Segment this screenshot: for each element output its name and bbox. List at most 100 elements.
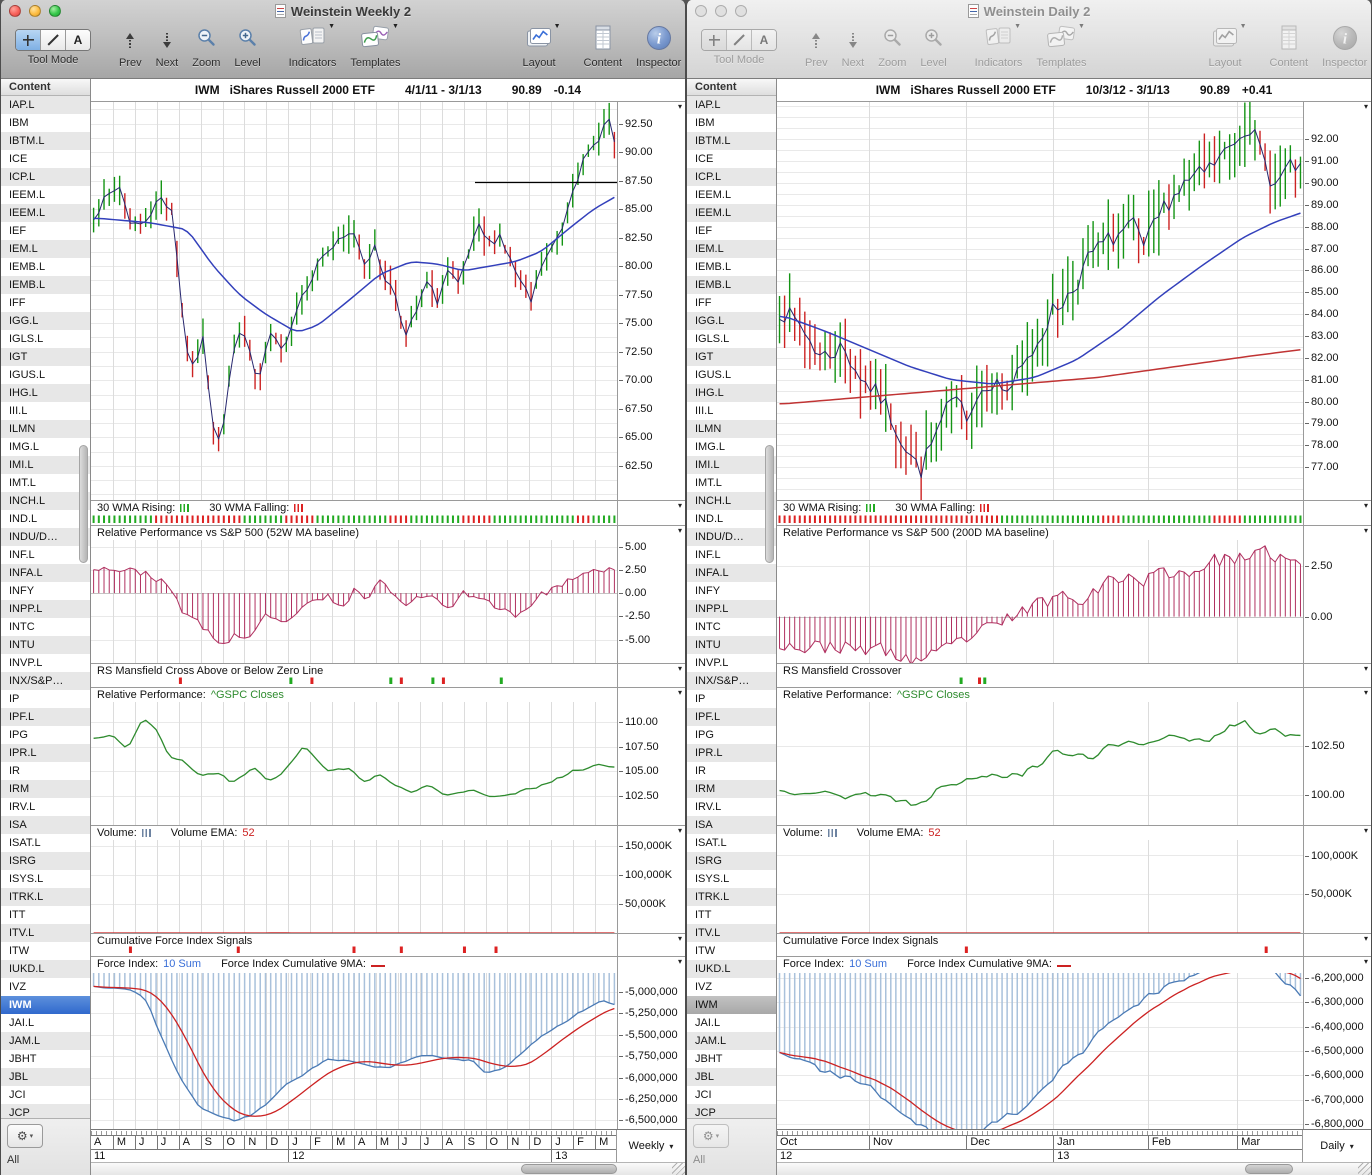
list-item-ipf-l[interactable]: IPF.L (1, 708, 90, 726)
inspector-button[interactable]: i Inspector (1322, 26, 1367, 69)
list-item-itrk-l[interactable]: ITRK.L (1, 888, 90, 906)
list-item-ivz[interactable]: IVZ (1, 978, 90, 996)
list-item-icp-l[interactable]: ICP.L (1, 168, 90, 186)
list-item-itw[interactable]: ITW (687, 942, 776, 960)
list-item-icp-l[interactable]: ICP.L (687, 168, 776, 186)
list-item-iemb-l[interactable]: IEMB.L (687, 258, 776, 276)
list-item-ief[interactable]: IEF (1, 222, 90, 240)
list-item-isa[interactable]: ISA (1, 816, 90, 834)
gspc-relative-chart[interactable] (91, 702, 617, 825)
list-item-isrg[interactable]: ISRG (1, 852, 90, 870)
list-item-intu[interactable]: INTU (1, 636, 90, 654)
content-button[interactable]: Content (584, 26, 623, 69)
relative-performance-chart[interactable] (91, 540, 617, 663)
list-item-isys-l[interactable]: ISYS.L (687, 870, 776, 888)
next-button[interactable]: Next (842, 26, 865, 69)
list-item-ir[interactable]: IR (687, 762, 776, 780)
list-item-inf-l[interactable]: INF.L (687, 546, 776, 564)
horizontal-scrollbar[interactable] (777, 1162, 1371, 1175)
minimize-button[interactable] (29, 5, 41, 17)
list-item-ivz[interactable]: IVZ (687, 978, 776, 996)
templates-button[interactable]: ▼ Templates (350, 26, 400, 69)
force-index-chart[interactable] (777, 973, 1303, 1129)
list-item-infy[interactable]: INFY (687, 582, 776, 600)
list-item-inx-s-p-[interactable]: INX/S&P… (687, 672, 776, 690)
list-item-igt[interactable]: IGT (1, 348, 90, 366)
list-item-infy[interactable]: INFY (1, 582, 90, 600)
list-item-iemb-l[interactable]: IEMB.L (1, 276, 90, 294)
list-item-inpp-l[interactable]: INPP.L (1, 600, 90, 618)
panel-menu-caret[interactable]: ▾ (678, 664, 682, 674)
list-item-infa-l[interactable]: INFA.L (1, 564, 90, 582)
panel-menu-caret[interactable]: ▾ (1364, 826, 1368, 836)
list-item-ilmn[interactable]: ILMN (1, 420, 90, 438)
text-tool-button[interactable]: A (66, 30, 90, 50)
list-item-iem-l[interactable]: IEM.L (1, 240, 90, 258)
panel-menu-caret[interactable]: ▾ (1364, 526, 1368, 536)
list-item-ice[interactable]: ICE (687, 150, 776, 168)
prev-button[interactable]: Prev (805, 26, 828, 69)
panel-menu-caret[interactable]: ▾ (678, 957, 682, 967)
horizontal-scrollbar-thumb[interactable] (521, 1164, 617, 1174)
zoom-in-button[interactable]: Level (920, 26, 946, 69)
list-item-jbl[interactable]: JBL (1, 1068, 90, 1086)
prev-button[interactable]: Prev (119, 26, 142, 69)
volume-chart[interactable] (777, 840, 1303, 933)
list-item-isrg[interactable]: ISRG (687, 852, 776, 870)
panel-menu-caret[interactable]: ▾ (678, 688, 682, 698)
zoom-window-button[interactable] (735, 5, 747, 17)
list-item-isys-l[interactable]: ISYS.L (1, 870, 90, 888)
list-item-igg-l[interactable]: IGG.L (1, 312, 90, 330)
list-item-imt-l[interactable]: IMT.L (1, 474, 90, 492)
panel-menu-caret[interactable]: ▾ (1364, 664, 1368, 674)
list-item-isa[interactable]: ISA (687, 816, 776, 834)
list-item-itt[interactable]: ITT (1, 906, 90, 924)
panel-menu-caret[interactable]: ▾ (678, 934, 682, 944)
list-item-igls-l[interactable]: IGLS.L (1, 330, 90, 348)
list-item-irv-l[interactable]: IRV.L (1, 798, 90, 816)
list-item-jci[interactable]: JCI (687, 1086, 776, 1104)
zoom-out-button[interactable]: Zoom (878, 26, 906, 69)
list-item-iukd-l[interactable]: IUKD.L (687, 960, 776, 978)
indicators-button[interactable]: ▼ Indicators (289, 26, 337, 69)
layout-button[interactable]: ▼ Layout (523, 26, 556, 69)
list-item-ibm[interactable]: IBM (687, 114, 776, 132)
list-item-ihg-l[interactable]: IHG.L (1, 384, 90, 402)
list-item-iii-l[interactable]: III.L (687, 402, 776, 420)
price-chart[interactable] (91, 102, 617, 500)
gspc-relative-chart[interactable] (777, 702, 1303, 825)
list-item-jam-l[interactable]: JAM.L (1, 1032, 90, 1050)
list-item-isat-l[interactable]: ISAT.L (687, 834, 776, 852)
zoom-out-button[interactable]: Zoom (192, 26, 220, 69)
templates-button[interactable]: ▼ Templates (1036, 26, 1086, 69)
resize-grip[interactable] (672, 1163, 685, 1175)
titlebar[interactable]: Weinstein Weekly 2 (1, 0, 685, 22)
list-item-itw[interactable]: ITW (1, 942, 90, 960)
zoom-window-button[interactable] (49, 5, 61, 17)
close-button[interactable] (9, 5, 21, 17)
resize-grip[interactable] (1358, 1163, 1371, 1175)
list-item-ieem-l[interactable]: IEEM.L (687, 186, 776, 204)
list-item-ind-l[interactable]: IND.L (1, 510, 90, 528)
list-item-jbht[interactable]: JBHT (687, 1050, 776, 1068)
next-button[interactable]: Next (156, 26, 179, 69)
list-item-jai-l[interactable]: JAI.L (687, 1014, 776, 1032)
list-item-img-l[interactable]: IMG.L (687, 438, 776, 456)
list-item-igus-l[interactable]: IGUS.L (1, 366, 90, 384)
list-item-iap-l[interactable]: IAP.L (1, 96, 90, 114)
panel-menu-caret[interactable]: ▾ (1364, 102, 1368, 112)
list-item-ip[interactable]: IP (687, 690, 776, 708)
pointer-tool-button[interactable] (16, 30, 41, 50)
inspector-button[interactable]: i Inspector (636, 26, 681, 69)
list-item-ief[interactable]: IEF (687, 222, 776, 240)
list-item-itt[interactable]: ITT (687, 906, 776, 924)
layout-button[interactable]: ▼ Layout (1209, 26, 1242, 69)
list-item-imt-l[interactable]: IMT.L (687, 474, 776, 492)
list-item-iwm[interactable]: IWM (687, 996, 776, 1014)
panel-menu-caret[interactable]: ▾ (678, 501, 682, 511)
list-item-ibm[interactable]: IBM (1, 114, 90, 132)
sidebar-scrollbar-thumb[interactable] (79, 445, 88, 563)
relative-performance-chart[interactable] (777, 540, 1303, 663)
text-tool-button[interactable]: A (752, 30, 776, 50)
list-item-igls-l[interactable]: IGLS.L (687, 330, 776, 348)
